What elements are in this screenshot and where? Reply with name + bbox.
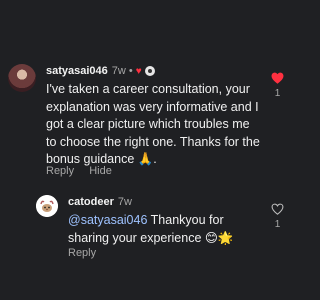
replier-avatar[interactable] xyxy=(36,195,58,217)
reply-button[interactable]: Reply xyxy=(46,165,74,177)
reply-like-count: 1 xyxy=(274,219,281,230)
comment-header: satyasai046 7w • ♥ xyxy=(46,65,155,77)
reply-mention-link[interactable]: @satyasai046 xyxy=(68,213,147,227)
comment-timestamp: 7w xyxy=(111,65,126,77)
reply-reply-button[interactable]: Reply xyxy=(68,247,96,259)
comment-username[interactable]: satyasai046 xyxy=(46,65,108,77)
separator-dot: • xyxy=(128,65,133,77)
reply-actions: Reply xyxy=(68,247,108,259)
heart-outline-icon[interactable] xyxy=(271,203,284,215)
hide-button[interactable]: Hide xyxy=(89,165,112,177)
reply-like: 1 xyxy=(271,203,284,230)
commenter-avatar[interactable] xyxy=(8,64,36,92)
comment-actions: Reply Hide xyxy=(46,165,124,177)
heart-filled-icon[interactable] xyxy=(271,72,284,84)
comment-like-count: 1 xyxy=(274,88,281,99)
comment-text: I've taken a career consultation, your e… xyxy=(46,82,260,166)
creator-avatar-icon xyxy=(144,66,155,76)
reply-text: @satyasai046 Thankyou for sharing your e… xyxy=(68,212,268,247)
reply-timestamp: 7w xyxy=(117,196,132,208)
reply-header: catodeer 7w xyxy=(68,196,132,208)
creator-heart-icon: ♥ xyxy=(135,65,142,77)
comment-like: 1 xyxy=(271,72,284,99)
reply-username[interactable]: catodeer xyxy=(68,196,114,208)
